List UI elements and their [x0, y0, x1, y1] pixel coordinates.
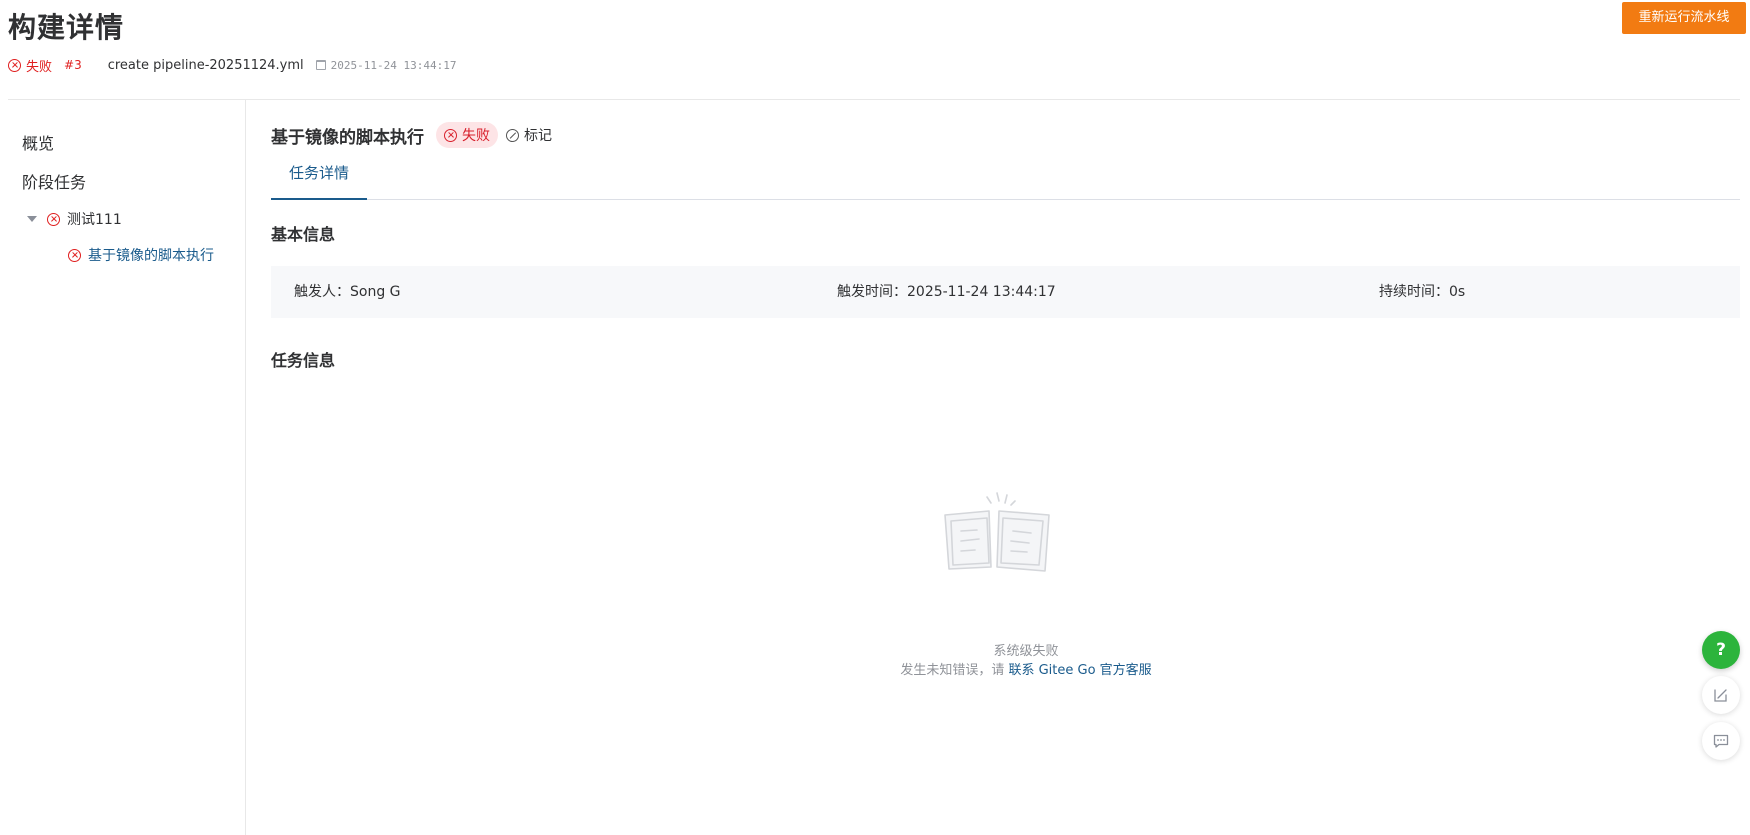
- tab-task-details[interactable]: 任务详情: [271, 158, 367, 200]
- caret-down-icon[interactable]: [27, 216, 37, 222]
- mark-button[interactable]: 标记: [506, 125, 552, 145]
- job-status-label: 失败: [462, 128, 490, 144]
- job-status-tag: 失败: [436, 122, 498, 148]
- empty-state-desc-text: 发生未知错误，请: [900, 663, 1005, 678]
- page-title: 构建详情: [8, 11, 125, 44]
- trigger-user: 触发人：Song G: [294, 266, 401, 318]
- duration-label: 持续时间：: [1379, 284, 1449, 300]
- mark-label: 标记: [524, 128, 552, 144]
- job-title-row: 基于镜像的脚本执行 失败 标记: [271, 122, 552, 148]
- tree-node-job[interactable]: 基于镜像的脚本执行: [68, 245, 214, 265]
- empty-state-title: 系统级失败: [993, 644, 1059, 659]
- tab-bar: 任务详情: [271, 158, 1740, 200]
- task-info-title: 任务信息: [271, 351, 336, 370]
- rerun-pipeline-button[interactable]: 重新运行流水线: [1622, 2, 1746, 34]
- tree-node-stage[interactable]: 测试111: [27, 209, 122, 229]
- trigger-user-value: Song G: [350, 284, 401, 300]
- pipeline-file-name: create pipeline-20251124.yml: [107, 57, 304, 73]
- feedback-button[interactable]: [1702, 676, 1740, 714]
- build-detail-page: 构建详情 失败 #3 create pipeline-20251124.yml …: [0, 0, 1750, 835]
- fail-icon: [444, 128, 457, 142]
- sidebar: 概览 阶段任务 测试111 基于镜像的脚本执行: [0, 100, 246, 835]
- main-content: 基于镜像的脚本执行 失败 标记 任务详情 基本信息 触发人：Song G 触发时…: [247, 100, 1750, 835]
- chat-button[interactable]: [1702, 722, 1740, 760]
- chat-icon: [1713, 734, 1729, 748]
- help-button[interactable]: ?: [1702, 631, 1740, 669]
- edit-note-icon: [1714, 689, 1727, 702]
- job-title: 基于镜像的脚本执行: [271, 127, 424, 148]
- sidebar-item-stage-tasks[interactable]: 阶段任务: [22, 169, 86, 193]
- build-time: 2025-11-24 13:44:17: [330, 58, 457, 72]
- broken-book-icon: [944, 492, 1050, 572]
- build-status: 失败: [8, 56, 52, 75]
- stage-node-label: 测试111: [67, 212, 122, 228]
- duration: 持续时间：0s: [1379, 266, 1465, 318]
- build-status-label: 失败: [26, 59, 53, 75]
- fail-icon: [68, 248, 81, 262]
- duration-value: 0s: [1449, 284, 1466, 300]
- trigger-user-label: 触发人：: [294, 284, 350, 300]
- basic-info-title: 基本信息: [271, 225, 336, 244]
- build-number: #3: [64, 58, 82, 72]
- job-node-label: 基于镜像的脚本执行: [88, 248, 214, 264]
- basic-info-box: 触发人：Song G 触发时间：2025-11-24 13:44:17 持续时间…: [271, 266, 1740, 318]
- edit-icon: [506, 128, 519, 142]
- sidebar-item-overview[interactable]: 概览: [22, 130, 54, 154]
- calendar-icon: [315, 60, 326, 70]
- contact-support-link[interactable]: 联系 Gitee Go 官方客服: [1008, 663, 1151, 678]
- build-meta-row: 失败 #3 create pipeline-20251124.yml 2025-…: [8, 56, 457, 75]
- empty-state-desc: 发生未知错误，请 联系 Gitee Go 官方客服: [247, 659, 1750, 678]
- fail-icon: [47, 212, 60, 226]
- fail-icon: [8, 58, 21, 72]
- trigger-time: 触发时间：2025-11-24 13:44:17: [837, 266, 1056, 318]
- trigger-time-label: 触发时间：: [837, 284, 907, 300]
- trigger-time-value: 2025-11-24 13:44:17: [907, 284, 1056, 300]
